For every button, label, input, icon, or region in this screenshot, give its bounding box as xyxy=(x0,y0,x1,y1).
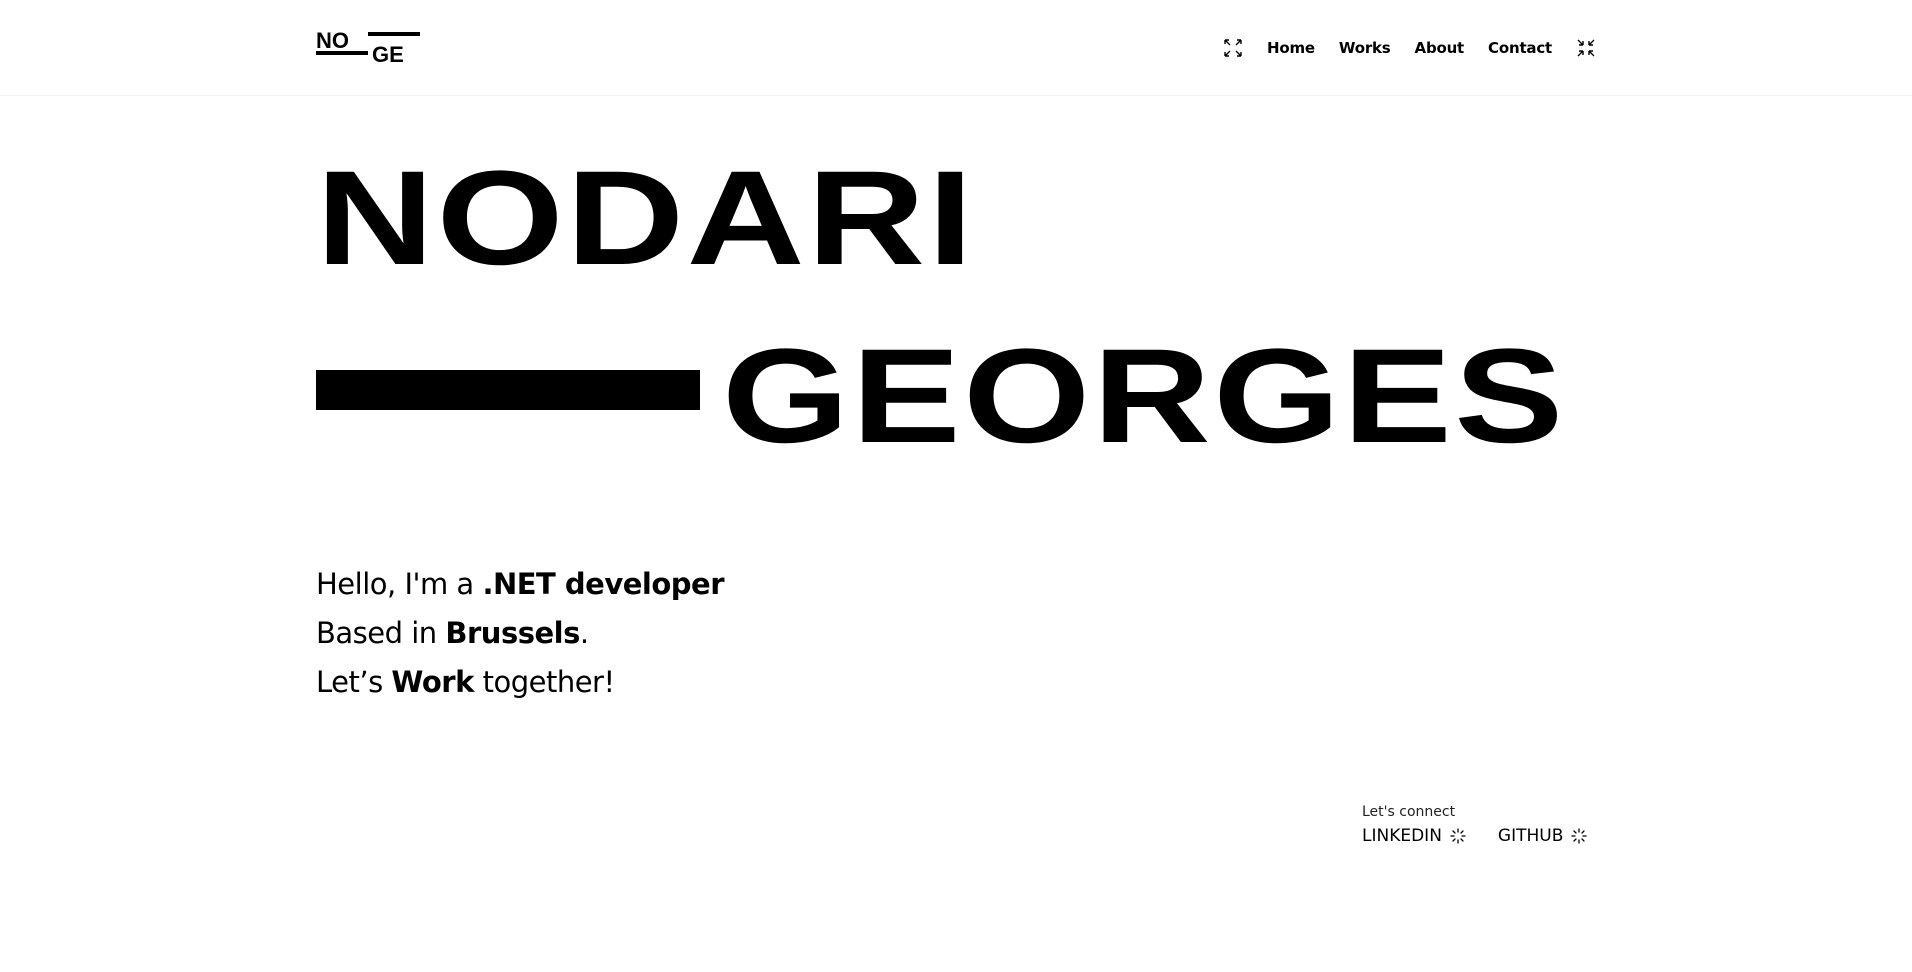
logo-text-bottom: GE xyxy=(372,42,404,66)
hero-last-name: GEORGES xyxy=(722,322,1566,471)
linkedin-link[interactable]: LINKEDIN xyxy=(1362,826,1466,846)
intro-text: Hello, I'm a .NET developer Based in Bru… xyxy=(316,560,725,707)
hero-first-name: NODARI xyxy=(316,144,976,293)
sparkle-icon xyxy=(1571,828,1588,844)
connect-section: Let's connect LINKEDIN GITHUB xyxy=(1362,804,1602,846)
main-nav: Home Works About Contact xyxy=(1223,34,1596,62)
nav-home[interactable]: Home xyxy=(1267,39,1315,57)
social-links: LINKEDIN GITHUB xyxy=(1362,826,1602,846)
github-link[interactable]: GITHUB xyxy=(1498,826,1588,846)
page: NO GE Home Works About Contact NODARI GE… xyxy=(0,0,1912,972)
intro-line-2: Based in Brussels. xyxy=(316,616,589,650)
sparkle-icon xyxy=(1450,828,1466,844)
logo-mark: NO GE xyxy=(316,28,420,67)
nav-contact[interactable]: Contact xyxy=(1488,39,1552,57)
logo-text-top: NO xyxy=(316,30,349,53)
nav-works[interactable]: Works xyxy=(1339,39,1391,57)
intro-line-3: Let’s Work together! xyxy=(316,665,615,699)
expand-arrows-icon[interactable] xyxy=(1223,38,1243,58)
connect-label: Let's connect xyxy=(1362,804,1456,820)
hero-dash-bar xyxy=(316,370,700,410)
expand-arrows-icon[interactable] xyxy=(1576,38,1596,58)
site-header: NO GE Home Works About Contact xyxy=(0,0,1912,96)
nav-about[interactable]: About xyxy=(1415,39,1465,57)
logo[interactable]: NO GE xyxy=(316,28,420,67)
intro-line-1: Hello, I'm a .NET developer xyxy=(316,567,725,601)
